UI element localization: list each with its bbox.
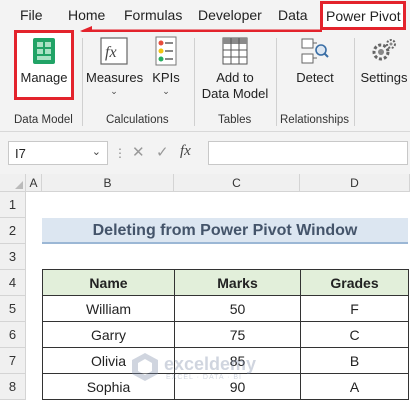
worksheet-grid: A B C D 1 2 3 4 5 6 7 8 Deleting from Po… — [0, 174, 410, 400]
cell-grades[interactable]: A — [300, 373, 409, 400]
cell-name[interactable]: Olivia — [42, 347, 175, 374]
manage-label: Manage — [20, 70, 68, 85]
table-row: Olivia 85 B — [42, 347, 409, 374]
cancel-icon[interactable]: ✕ — [132, 143, 145, 161]
group-label-relationships: Relationships — [280, 114, 350, 126]
measures-button[interactable]: fx Measures ⌄ — [86, 36, 144, 96]
detect-relationships-icon — [301, 38, 329, 64]
column-header-d[interactable]: D — [300, 174, 410, 192]
header-marks[interactable]: Marks — [174, 269, 301, 296]
menu-bar: File Home Formulas Developer Data Power … — [0, 0, 410, 32]
insert-function-icon[interactable]: fx — [180, 143, 191, 160]
formula-bar: I7 ⌄ ⋮ ✕ ✓ fx — [0, 132, 410, 174]
row-header-7[interactable]: 7 — [0, 348, 26, 374]
menu-formulas[interactable]: Formulas — [124, 7, 182, 23]
cell-grades[interactable]: B — [300, 347, 409, 374]
add-to-data-model-label-2: Data Model — [201, 86, 269, 101]
column-header-c[interactable]: C — [174, 174, 300, 192]
column-header-b[interactable]: B — [42, 174, 174, 192]
chevron-down-icon: ⌄ — [110, 86, 118, 96]
menu-file[interactable]: File — [20, 7, 43, 23]
group-label-tables: Tables — [218, 114, 252, 126]
kpis-label: KPIs — [152, 70, 180, 85]
cell-marks[interactable]: 85 — [174, 347, 301, 374]
cell-marks[interactable]: 50 — [174, 295, 301, 322]
row-header-1[interactable]: 1 — [0, 192, 26, 218]
confirm-check-icon[interactable]: ✓ — [156, 143, 169, 161]
cell-marks[interactable]: 75 — [174, 321, 301, 348]
svg-text:fx: fx — [105, 44, 117, 61]
table-header-row: Name Marks Grades — [42, 269, 409, 296]
measures-fx-icon: fx — [100, 37, 128, 65]
row-header-8[interactable]: 8 — [0, 374, 26, 400]
name-box-value: I7 — [15, 146, 26, 161]
add-to-data-model-button[interactable]: Add to Data Model — [200, 36, 270, 102]
sheet-title[interactable]: Deleting from Power Pivot Window — [42, 218, 408, 244]
group-separator — [276, 38, 277, 126]
row-header-2[interactable]: 2 — [0, 218, 26, 244]
formula-bar-buttons: ✕ ✓ fx — [128, 141, 204, 165]
row-header-4[interactable]: 4 — [0, 270, 26, 296]
manage-button[interactable]: Manage — [17, 36, 71, 86]
measures-label: Measures — [86, 70, 144, 85]
kpis-icon — [155, 36, 177, 66]
add-to-data-model-label-1: Add to — [216, 70, 254, 85]
header-name[interactable]: Name — [42, 269, 175, 296]
table-row: Garry 75 C — [42, 321, 409, 348]
gear-icon — [372, 39, 396, 61]
menu-power-pivot[interactable]: Power Pivot — [320, 1, 406, 30]
name-box[interactable]: I7 ⌄ — [8, 141, 108, 165]
formula-input[interactable] — [208, 141, 408, 165]
group-separator — [194, 38, 195, 126]
group-label-calculations: Calculations — [106, 114, 169, 126]
table-row: Sophia 90 A — [42, 373, 409, 400]
cell-name[interactable]: William — [42, 295, 175, 322]
column-header-a[interactable]: A — [26, 174, 42, 192]
cell-grades[interactable]: C — [300, 321, 409, 348]
menu-data[interactable]: Data — [278, 7, 308, 23]
ribbon: Manage fx Measures ⌄ KPIs ⌄ Add to Data … — [0, 30, 410, 132]
row-header-6[interactable]: 6 — [0, 322, 26, 348]
manage-data-model-icon — [33, 38, 55, 64]
table-grid-icon — [222, 37, 248, 65]
group-label-data-model: Data Model — [14, 114, 73, 126]
cell-name[interactable]: Garry — [42, 321, 175, 348]
select-all-corner[interactable] — [0, 174, 26, 192]
data-table: Name Marks Grades William 50 F Garry 75 … — [42, 269, 409, 400]
row-header-5[interactable]: 5 — [0, 296, 26, 322]
table-row: William 50 F — [42, 295, 409, 322]
header-grades[interactable]: Grades — [300, 269, 409, 296]
chevron-down-icon: ⌄ — [162, 86, 170, 96]
cell-marks[interactable]: 90 — [174, 373, 301, 400]
menu-power-pivot-label: Power Pivot — [326, 8, 401, 24]
settings-label: Settings — [360, 70, 408, 85]
more-options-icon[interactable]: ⋮ — [114, 146, 126, 160]
detect-button[interactable]: Detect — [292, 36, 338, 86]
group-separator — [82, 38, 83, 126]
menu-developer[interactable]: Developer — [198, 7, 262, 23]
menu-home[interactable]: Home — [68, 7, 105, 23]
cell-name[interactable]: Sophia — [42, 373, 175, 400]
settings-button[interactable]: Settings — [360, 36, 408, 86]
detect-label: Detect — [296, 70, 334, 85]
kpis-button[interactable]: KPIs ⌄ — [148, 36, 184, 96]
chevron-down-icon[interactable]: ⌄ — [92, 145, 101, 158]
group-separator — [354, 38, 355, 126]
cell-grades[interactable]: F — [300, 295, 409, 322]
row-header-3[interactable]: 3 — [0, 244, 26, 270]
